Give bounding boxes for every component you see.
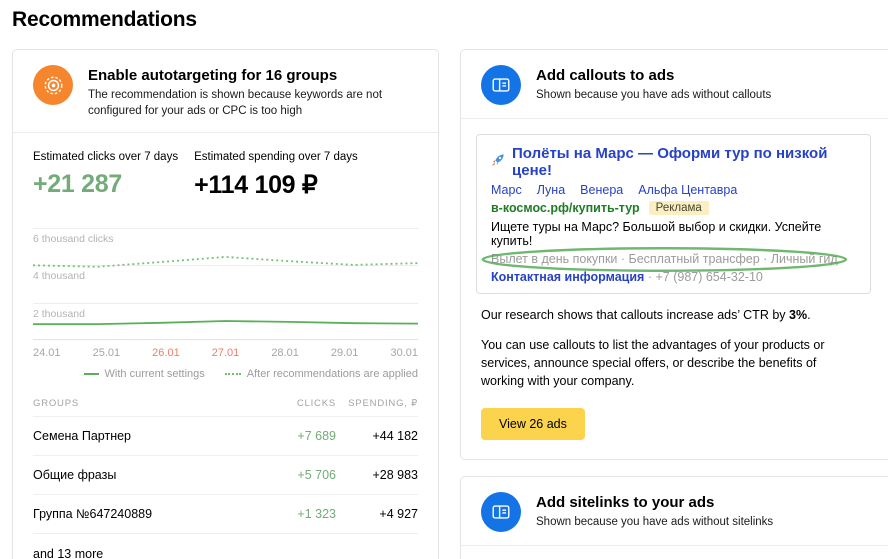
legend-after-recommendations: After recommendations are applied xyxy=(225,368,418,380)
ad-sitelinks: Марс Луна Венера Альфа Центавра xyxy=(491,183,856,197)
groups-table: GROUPS CLICKS SPENDING, ₽ Семена Партнер… xyxy=(33,390,418,559)
page-title: Recommendations xyxy=(12,8,888,32)
autotargeting-title: Enable autotargeting for 16 groups xyxy=(88,67,418,84)
ad-title-link[interactable]: Полёты на Марс — Оформи тур по низкой це… xyxy=(512,145,856,179)
more-groups-label: and 13 more xyxy=(33,534,418,559)
ad-sitelink[interactable]: Венера xyxy=(580,183,623,197)
table-row: Общие фразы +5 706 +28 983 xyxy=(33,456,418,495)
callouts-card: Add callouts to ads Shown because you ha… xyxy=(460,49,888,460)
autotargeting-card-header: Enable autotargeting for 16 groups The r… xyxy=(13,50,438,132)
ad-preview: Полёты на Марс — Оформи тур по низкой це… xyxy=(476,134,871,294)
table-header-row: GROUPS CLICKS SPENDING, ₽ xyxy=(33,390,418,417)
legend-current-settings: With current settings xyxy=(84,368,205,380)
ad-callouts-text: Вылет в день покупки · Бесплатный трансф… xyxy=(491,252,838,266)
ad-label-badge: Реклама xyxy=(649,201,709,215)
recommendations-page: Recommendations Enable autotargeting for… xyxy=(0,0,888,559)
ad-phone: · +7 (987) 654-32-10 xyxy=(648,270,763,284)
callouts-highlight: Вылет в день покупки · Бесплатный трансф… xyxy=(491,252,838,266)
clicks-forecast-chart: 6 thousand clicks 4 thousand 2 thousand … xyxy=(33,222,418,380)
ad-callouts-icon xyxy=(481,65,521,105)
callouts-card-header: Add callouts to ads Shown because you ha… xyxy=(461,50,888,118)
spending-estimate-value: +114 109 ₽ xyxy=(194,170,358,200)
sitelinks-subtitle: Shown because you have ads without sitel… xyxy=(536,515,773,531)
metrics-row: Estimated clicks over 7 days +21 287 Est… xyxy=(13,133,438,206)
autotargeting-icon xyxy=(33,65,73,105)
view-ads-button[interactable]: View 26 ads xyxy=(481,408,585,440)
ad-contact-link[interactable]: Контактная информация xyxy=(491,270,644,284)
ad-display-url: в-космос.рф/купить-тур xyxy=(491,201,640,215)
rocket-icon xyxy=(491,153,505,172)
ad-sitelinks-icon xyxy=(481,492,521,532)
chart-x-axis: 24.01 25.01 26.01 27.01 28.01 29.01 30.0… xyxy=(33,347,418,359)
ad-sitelink[interactable]: Альфа Центавра xyxy=(638,183,737,197)
callouts-research-text: Our research shows that callouts increas… xyxy=(461,306,881,324)
callouts-subtitle: Shown because you have ads without callo… xyxy=(536,88,771,104)
callouts-benefits-text: You can use callouts to list the advanta… xyxy=(461,336,881,390)
table-row: Группа №647240889 +1 323 +4 927 xyxy=(33,495,418,534)
chart-legend: With current settings After recommendati… xyxy=(33,368,418,380)
callouts-title: Add callouts to ads xyxy=(536,67,771,84)
table-row: Семена Партнер +7 689 +44 182 xyxy=(33,417,418,456)
divider xyxy=(461,118,888,119)
sitelinks-title: Add sitelinks to your ads xyxy=(536,494,773,511)
autotargeting-subtitle: The recommendation is shown because keyw… xyxy=(88,88,418,119)
ad-sitelink[interactable]: Марс xyxy=(491,183,522,197)
solid-line-swatch xyxy=(84,373,99,375)
ad-description: Ищете туры на Марс? Большой выбор и скид… xyxy=(491,220,856,248)
sitelinks-card-header: Add sitelinks to your ads Shown because … xyxy=(461,477,888,545)
clicks-chart-lines xyxy=(33,222,418,340)
clicks-estimate-value: +21 287 xyxy=(33,170,178,199)
metric-spending: Estimated spending over 7 days +114 109 … xyxy=(194,151,358,200)
divider xyxy=(461,545,888,546)
dotted-line-swatch xyxy=(225,373,241,375)
metric-clicks: Estimated clicks over 7 days +21 287 xyxy=(33,151,178,200)
sitelinks-card: Add sitelinks to your ads Shown because … xyxy=(460,476,888,559)
ctr-increase-value: 3% xyxy=(789,308,807,322)
ad-sitelink[interactable]: Луна xyxy=(537,183,565,197)
autotargeting-card: Enable autotargeting for 16 groups The r… xyxy=(12,49,439,559)
